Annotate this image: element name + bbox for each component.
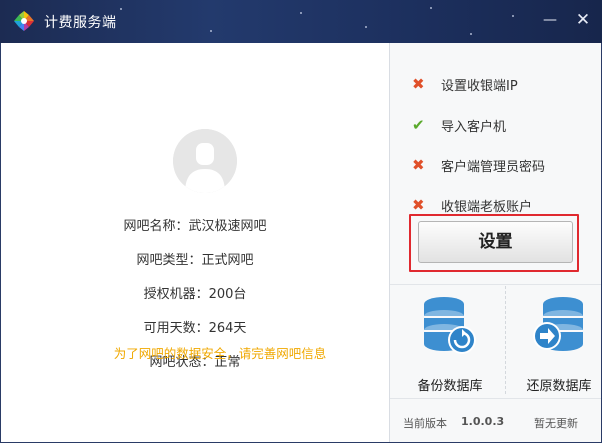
close-button[interactable]: ✕: [573, 10, 593, 30]
user-silhouette-icon: [173, 129, 237, 193]
checklist-label: 导入客户机: [441, 120, 507, 135]
info-key: 可用天数：: [143, 321, 209, 336]
info-value: 200台: [208, 287, 247, 302]
tool-divider: [505, 286, 506, 394]
version-label: 当前版本: [403, 417, 447, 430]
checklist-item-import-clients[interactable]: ✔ 导入客户机: [412, 115, 592, 135]
info-value: 264天: [208, 321, 247, 336]
database-backup-icon: [424, 297, 476, 354]
info-row-name: 网吧名称：武汉极速网吧: [1, 215, 389, 234]
info-row-licensed-machines: 授权机器：200台: [1, 283, 389, 302]
setup-button[interactable]: 设置: [418, 221, 573, 263]
minimize-button[interactable]: —: [540, 10, 560, 30]
checklist-item-admin-password[interactable]: ✖ 客户端管理员密码: [412, 155, 592, 175]
update-status[interactable]: 暂无更新: [534, 415, 578, 431]
checklist-label: 设置收银端IP: [441, 79, 518, 94]
info-value: 武汉极速网吧: [188, 219, 267, 234]
checkmark-icon: ✔: [412, 116, 425, 134]
app-logo-icon: [14, 11, 34, 31]
divider: [390, 398, 601, 399]
restore-database-button[interactable]: 还原数据库: [509, 296, 602, 396]
security-notice: 为了网吧的数据安全，请完善网吧信息: [113, 346, 327, 361]
backup-database-button[interactable]: 备份数据库: [400, 296, 500, 396]
checklist-item-cashier-ip[interactable]: ✖ 设置收银端IP: [412, 74, 592, 94]
info-row-days-left: 可用天数：264天: [1, 317, 389, 336]
info-key: 授权机器：: [143, 287, 209, 302]
restore-label: 还原数据库: [526, 379, 592, 394]
checklist-label: 收银端老板账户: [441, 200, 533, 215]
info-value: 正式网吧: [201, 253, 254, 268]
profile-panel: 网吧名称：武汉极速网吧 网吧类型：正式网吧 授权机器：200台 可用天数：264…: [1, 43, 389, 442]
window-title: 计费服务端: [44, 15, 117, 31]
database-restore-icon: [533, 297, 583, 351]
title-bar: 计费服务端 — ✕: [0, 0, 602, 43]
checklist-item-owner-account[interactable]: ✖ 收银端老板账户: [412, 195, 592, 215]
backup-label: 备份数据库: [417, 379, 483, 394]
info-row-type: 网吧类型：正式网吧: [1, 249, 389, 268]
checklist-label: 客户端管理员密码: [441, 160, 546, 175]
info-key: 网吧名称：: [123, 219, 189, 234]
divider: [390, 284, 601, 285]
cross-icon: ✖: [412, 75, 425, 93]
cross-icon: ✖: [412, 156, 425, 174]
cross-icon: ✖: [412, 196, 425, 214]
avatar: [173, 129, 237, 193]
info-key: 网吧类型：: [136, 253, 202, 268]
version-value: 1.0.0.3: [461, 415, 505, 428]
